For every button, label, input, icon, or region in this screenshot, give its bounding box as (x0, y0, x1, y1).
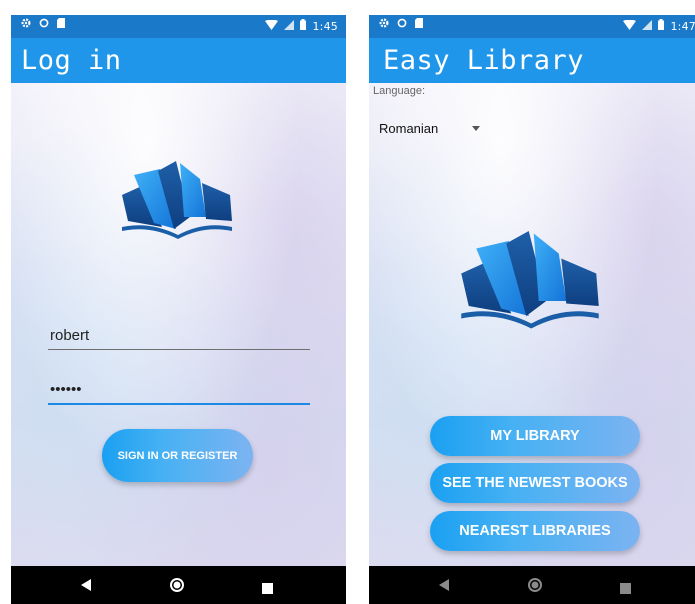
status-time: 1:45 (312, 19, 338, 33)
open-book-logo (122, 161, 232, 239)
login-content: SIGN IN OR REGISTER (11, 83, 346, 566)
dropdown-caret-icon (472, 126, 480, 131)
home-content: Language: Romanian MY LIBRARY SEE THE NE… (369, 83, 695, 566)
newest-books-button[interactable]: SEE THE NEWEST BOOKS (430, 463, 640, 503)
page-title: Easy Library (383, 45, 585, 76)
navigation-bar (11, 566, 346, 604)
back-icon[interactable] (79, 577, 93, 596)
battery-icon (658, 19, 665, 33)
navigation-bar (369, 566, 695, 604)
wifi-icon (623, 19, 637, 33)
sd-card-icon (57, 18, 65, 31)
wifi-icon (265, 19, 279, 33)
back-icon[interactable] (437, 577, 451, 596)
battery-icon (300, 19, 307, 33)
home-screen: 1:47 Easy Library Language: Romanian MY … (369, 15, 695, 604)
my-library-button[interactable]: MY LIBRARY (430, 416, 640, 456)
app-bar: Easy Library (369, 38, 695, 83)
home-icon[interactable] (169, 577, 185, 597)
language-label: Language: (373, 85, 425, 97)
nearest-libraries-button[interactable]: NEAREST LIBRARIES (430, 511, 640, 551)
open-book-logo (461, 231, 599, 329)
gear-icon (379, 18, 389, 31)
gear-icon (21, 18, 31, 31)
status-bar: 1:45 (11, 15, 346, 38)
circle-icon (39, 18, 49, 31)
username-field[interactable] (48, 321, 310, 350)
circle-icon (397, 18, 407, 31)
home-icon[interactable] (527, 577, 543, 597)
recents-icon[interactable] (620, 579, 631, 598)
sign-in-or-register-button[interactable]: SIGN IN OR REGISTER (102, 429, 253, 482)
language-value: Romanian (379, 121, 439, 136)
recents-icon[interactable] (262, 579, 273, 598)
page-title: Log in (21, 45, 122, 76)
signal-icon (284, 19, 295, 33)
password-field[interactable] (48, 375, 310, 405)
sd-card-icon (415, 18, 423, 31)
status-bar: 1:47 (369, 15, 695, 38)
app-bar: Log in (11, 38, 346, 83)
status-time: 1:47 (670, 19, 695, 33)
signal-icon (642, 19, 653, 33)
language-select[interactable]: Romanian (379, 119, 491, 139)
login-screen: 1:45 Log in SIGN IN OR REGISTER (11, 15, 346, 604)
